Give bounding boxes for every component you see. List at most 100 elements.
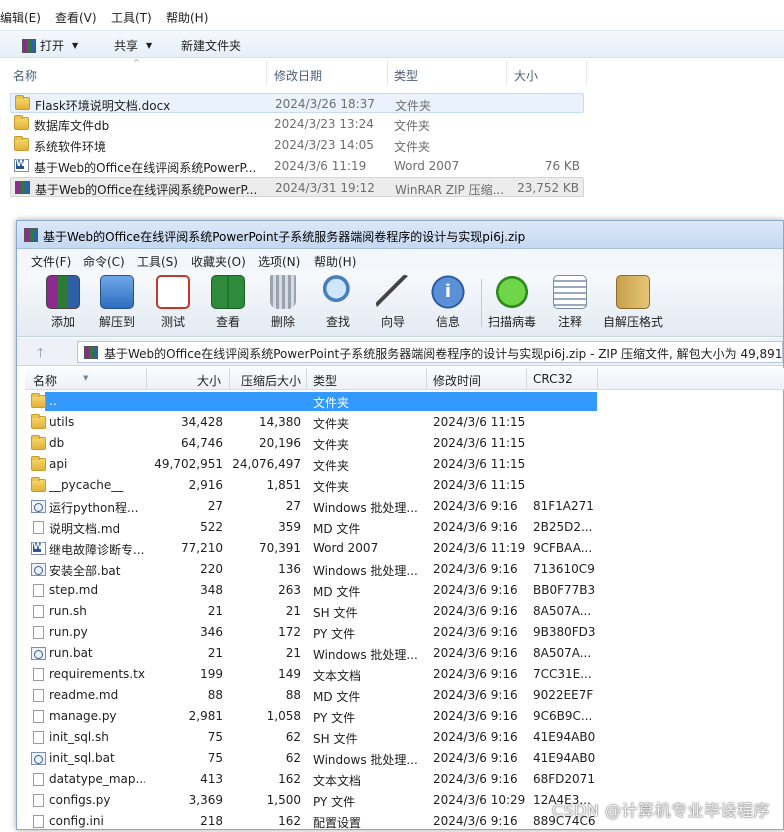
table-row[interactable]: 说明文档.md 522 359 MD 文件 2024/3/6 9:16 2B25D2...: [25, 517, 784, 538]
column-size[interactable]: 大小: [197, 372, 221, 389]
cell-packed: 1,851: [266, 478, 301, 492]
cell-size: 413: [200, 772, 223, 786]
delete-button[interactable]: 删除: [255, 275, 311, 333]
table-row[interactable]: 继电故障诊断专... 77,210 70,391 Word 2007 2024/3/6 …: [25, 538, 784, 559]
file-type: WinRAR ZIP 压缩...: [395, 183, 503, 197]
menu-help[interactable]: 帮助(H): [314, 253, 356, 270]
up-arrow-icon[interactable]: 🡑: [37, 344, 44, 366]
cell-packed: 263: [278, 583, 301, 597]
table-row[interactable]: api 49,702,951 24,076,497 文件夹 2024/3/6 11:15: [25, 454, 784, 475]
word-document-icon: [31, 542, 46, 555]
winrar-title-bar[interactable]: 基于Web的Office在线评阅系统PowerPoint子系统服务器端阅卷程序的…: [17, 221, 783, 249]
winrar-file-list: .. 文件夹 utils 34,428 14,380 文件夹 2024/3/6 11:15 d…: [25, 391, 784, 831]
file-icon: [33, 626, 44, 639]
batch-file-icon: [31, 563, 46, 576]
table-row[interactable]: .. 文件夹: [25, 391, 784, 412]
table-row[interactable]: run.bat 21 21 Windows 批处理... 2024/3/6 9:16 8A…: [25, 643, 784, 664]
menu-edit[interactable]: 编辑(E): [0, 9, 41, 26]
column-size[interactable]: 大小: [514, 67, 538, 84]
share-button[interactable]: 共享 ▼: [114, 37, 152, 54]
column-crc[interactable]: CRC32: [533, 372, 573, 386]
cell-crc: 8A507A...: [533, 604, 592, 618]
file-icon: [33, 689, 44, 702]
sfx-button[interactable]: 自解压格式: [601, 275, 665, 333]
winrar-menubar: 文件(F) 命令(C) 工具(S) 收藏夹(O) 选项(N) 帮助(H): [17, 249, 783, 271]
add-button[interactable]: 添加: [35, 275, 91, 333]
virus-scan-button[interactable]: 扫描病毒: [484, 275, 540, 333]
list-item[interactable]: 数据库文件db 2024/3/23 13:24 文件夹: [10, 114, 584, 134]
cell-name: init_sql.bat: [49, 751, 115, 765]
cell-packed: 1,500: [266, 793, 301, 807]
comment-button[interactable]: 注释: [542, 275, 598, 333]
test-button[interactable]: 测试: [145, 275, 201, 333]
table-row[interactable]: db 64,746 20,196 文件夹 2024/3/6 11:15: [25, 433, 784, 454]
table-row[interactable]: step.md 348 263 MD 文件 2024/3/6 9:16 BB0F77B3: [25, 580, 784, 601]
cell-packed: 172: [278, 625, 301, 639]
window-title: 基于Web的Office在线评阅系统PowerPoint子系统服务器端阅卷程序的…: [43, 230, 526, 244]
menu-help[interactable]: 帮助(H): [166, 9, 208, 26]
extract-to-button[interactable]: 解压到: [89, 275, 145, 333]
path-field[interactable]: 基于Web的Office在线评阅系统PowerPoint子系统服务器端阅卷程序的…: [77, 341, 783, 363]
column-name[interactable]: 名称: [33, 372, 57, 389]
table-row[interactable]: init_sql.sh 75 62 SH 文件 2024/3/6 9:16 41E94AB…: [25, 727, 784, 748]
column-name[interactable]: 名称: [13, 67, 37, 84]
cell-type: SH 文件: [313, 732, 358, 746]
column-type[interactable]: 类型: [313, 372, 337, 389]
menu-tools[interactable]: 工具(T): [111, 9, 152, 26]
column-packed[interactable]: 压缩后大小: [241, 372, 301, 389]
list-item[interactable]: 基于Web的Office在线评阅系统PowerP... 2024/3/31 19:…: [10, 177, 584, 197]
cell-type: SH 文件: [313, 606, 358, 620]
cell-packed: 1,058: [266, 709, 301, 723]
view-button[interactable]: 查看: [200, 275, 256, 333]
cell-modified: 2024/3/6 9:16: [433, 583, 518, 597]
menu-view[interactable]: 查看(V): [55, 9, 97, 26]
cell-size: 75: [207, 730, 223, 744]
folder-icon: [31, 435, 46, 450]
list-item[interactable]: 基于Web的Office在线评阅系统PowerP... 2024/3/6 11:1…: [10, 156, 584, 176]
menu-favorites[interactable]: 收藏夹(O): [191, 253, 246, 270]
cell-size: 49,702,951: [154, 457, 223, 471]
table-row[interactable]: 安装全部.bat 220 136 Windows 批处理... 2024/3/6 9:1…: [25, 559, 784, 580]
cell-name: manage.py: [49, 709, 117, 723]
find-button[interactable]: 查找: [310, 275, 366, 333]
table-row[interactable]: run.sh 21 21 SH 文件 2024/3/6 9:16 8A507A...: [25, 601, 784, 622]
table-row[interactable]: requirements.txt 199 149 文本文档 2024/3/6 9:16 7…: [25, 664, 784, 685]
wizard-button[interactable]: 向导: [365, 275, 421, 333]
table-row[interactable]: 运行python程... 27 27 Windows 批处理... 2024/3/6 9…: [25, 496, 784, 517]
list-item[interactable]: Flask环境说明文档.docx 2024/3/26 18:37 文件夹: [10, 93, 584, 113]
cell-packed: 24,076,497: [232, 457, 301, 471]
menu-options[interactable]: 选项(N): [258, 253, 300, 270]
cell-crc: 2B25D2...: [533, 520, 593, 534]
info-button[interactable]: i 信息: [420, 275, 476, 333]
menu-file[interactable]: 文件(F): [31, 253, 71, 270]
column-modified[interactable]: 修改日期: [274, 67, 322, 84]
column-type[interactable]: 类型: [394, 67, 418, 84]
file-type: 文件夹: [394, 119, 431, 133]
cell-type: 文件夹: [313, 480, 350, 494]
table-row[interactable]: manage.py 2,981 1,058 PY 文件 2024/3/6 9:16 9C6…: [25, 706, 784, 727]
cell-type: Windows 批处理...: [313, 648, 418, 662]
cell-name: db: [49, 436, 65, 450]
menu-tools[interactable]: 工具(S): [137, 253, 178, 270]
table-row[interactable]: utils 34,428 14,380 文件夹 2024/3/6 11:15: [25, 412, 784, 433]
table-row[interactable]: init_sql.bat 75 62 Windows 批处理... 2024/3/6 9…: [25, 748, 784, 769]
table-row[interactable]: __pycache__ 2,916 1,851 文件夹 2024/3/6 11:15: [25, 475, 784, 496]
cell-name: api: [49, 457, 68, 471]
cell-size: 27: [207, 499, 223, 513]
table-row[interactable]: readme.md 88 88 MD 文件 2024/3/6 9:16 9022EE7F: [25, 685, 784, 706]
sort-arrow-icon: ▼: [83, 374, 89, 382]
cell-crc: 9C6B9C...: [533, 709, 593, 723]
table-row[interactable]: run.py 346 172 PY 文件 2024/3/6 9:16 9B380FD3: [25, 622, 784, 643]
list-item[interactable]: 系统软件环境 2024/3/23 14:05 文件夹: [10, 135, 584, 155]
word-document-icon: [14, 159, 29, 172]
file-name: 系统软件环境: [34, 140, 107, 154]
new-folder-button[interactable]: 新建文件夹: [181, 37, 241, 54]
menu-commands[interactable]: 命令(C): [83, 253, 125, 270]
table-row[interactable]: datatype_map.... 413 162 文本文档 2024/3/6 9:16 6…: [25, 769, 784, 790]
column-modified[interactable]: 修改时间: [433, 372, 481, 389]
open-button[interactable]: 打开 ▼: [22, 37, 78, 54]
batch-file-icon: [31, 647, 46, 660]
file-type: 文件夹: [394, 140, 431, 154]
winrar-column-header: 名称 ▼ 大小 压缩后大小 类型 修改时间 CRC32: [25, 368, 784, 390]
cell-name: readme.md: [49, 688, 119, 702]
